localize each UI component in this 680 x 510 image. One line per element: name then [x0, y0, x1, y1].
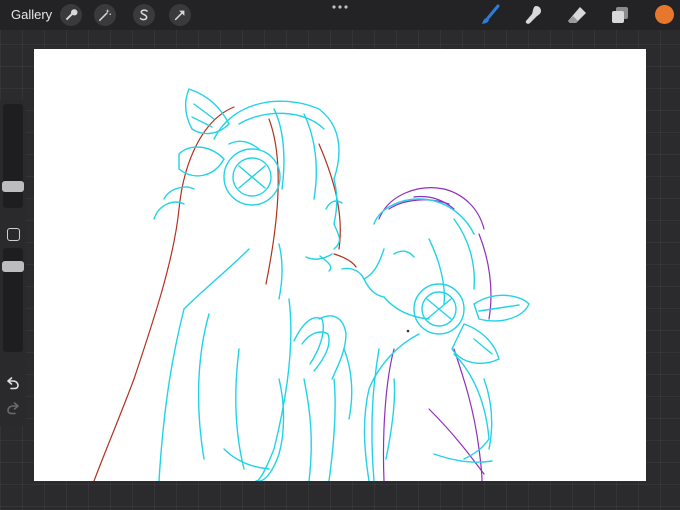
- right-figure-cyan-strokes: [341, 198, 530, 481]
- layers-icon: [612, 7, 628, 23]
- smudge-tool-button[interactable]: [523, 4, 545, 26]
- drawing-canvas[interactable]: [34, 49, 646, 481]
- magic-wand-icon: [98, 8, 112, 22]
- left-sidebar: [0, 100, 26, 426]
- redo-button[interactable]: [5, 400, 21, 416]
- wrench-icon: [65, 9, 78, 21]
- left-figure-cyan-strokes: [153, 88, 353, 481]
- more-options-icon[interactable]: [331, 2, 349, 12]
- transform-arrow-icon: [174, 10, 185, 21]
- brush-tool-button[interactable]: [479, 4, 501, 26]
- opacity-thumb[interactable]: [2, 261, 24, 272]
- gallery-button[interactable]: Gallery: [11, 7, 52, 22]
- transform-button[interactable]: [169, 4, 191, 26]
- top-toolbar: Gallery: [0, 0, 680, 30]
- eraser-tool-button[interactable]: [566, 4, 588, 26]
- brush-size-slider[interactable]: [3, 104, 23, 208]
- brush-icon: [482, 4, 500, 24]
- undo-arrow-icon: [7, 377, 19, 390]
- layers-tool-button[interactable]: [609, 4, 631, 26]
- adjustments-button[interactable]: [94, 4, 116, 26]
- dot-mark: [406, 329, 410, 333]
- redo-arrow-icon: [7, 402, 19, 415]
- smudge-icon: [525, 6, 541, 24]
- selection-s-icon: [139, 9, 148, 21]
- selection-button[interactable]: [133, 4, 155, 26]
- actions-button[interactable]: [60, 4, 82, 26]
- color-picker-button[interactable]: [655, 5, 674, 24]
- brush-size-thumb[interactable]: [2, 181, 24, 192]
- eraser-icon: [568, 7, 586, 23]
- modify-button[interactable]: [7, 228, 20, 241]
- sketch-artwork: [93, 88, 530, 481]
- undo-button[interactable]: [5, 375, 21, 391]
